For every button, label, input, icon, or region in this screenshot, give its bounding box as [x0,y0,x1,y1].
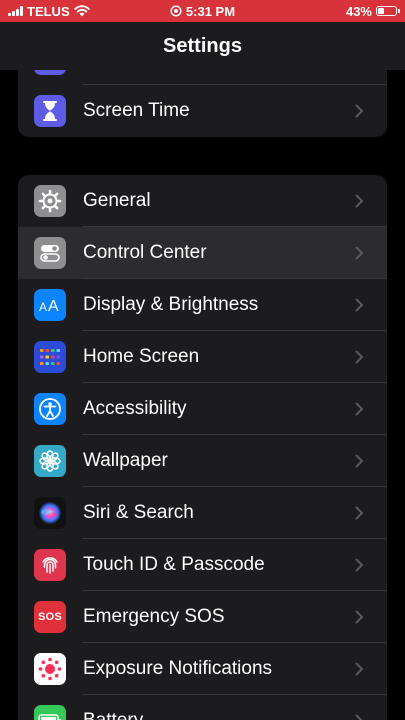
settings-row-display-brightness[interactable]: A A Display & Brightness [18,279,387,331]
row-label: Emergency SOS [83,606,225,627]
svg-text:A: A [48,298,59,314]
svg-text:A: A [39,300,47,314]
settings-row-touch-id-passcode[interactable]: Touch ID & Passcode [18,539,387,591]
battery-fill [378,8,384,14]
settings-row-wallpaper[interactable]: Wallpaper [18,435,387,487]
status-left: TELUS [8,4,90,19]
chevron-right-icon [347,402,371,416]
settings-row-battery[interactable]: Battery [18,695,387,720]
settings-group-main: General Control Center A A Display & Bri… [18,175,387,720]
settings-row-exposure-notifications[interactable]: Exposure Notifications [18,643,387,695]
exposure-icon [34,653,66,685]
text-size-icon: A A [34,289,66,321]
chevron-right-icon [347,350,371,364]
page-title: Settings [163,34,242,57]
row-label: Battery [83,710,347,720]
settings-row-general[interactable]: General [18,175,387,227]
location-icon [170,5,182,17]
fingerprint-icon [34,549,66,581]
row-label: Exposure Notifications [83,658,273,679]
toggles-icon [34,237,66,269]
status-bar: TELUS 5:31 PM 43% [0,0,405,22]
status-right: 43% [345,3,400,19]
row-label: Screen Time [83,100,190,121]
carrier-label: TELUS [27,3,70,19]
battery-percent: 43% [345,3,372,19]
chevron-right-icon [347,298,371,312]
row-label: Home Screen [83,346,200,367]
chevron-right-icon [347,246,371,260]
chevron-right-icon [347,610,371,624]
chevron-right-icon [347,194,371,208]
chevron-right-icon [347,714,371,720]
settings-row-accessibility[interactable]: Accessibility [18,383,387,435]
chevron-right-icon [347,506,371,520]
row-label: Touch ID & Passcode [83,554,265,575]
sos-icon: SOS [34,601,66,633]
hourglass-icon [34,95,66,127]
battery-indicator-icon [376,6,400,16]
flower-icon [34,445,66,477]
settings-screen: TELUS 5:31 PM 43% Settings Screen Time G… [0,0,405,720]
row-label: Siri & Search [83,502,194,523]
chevron-right-icon [347,104,371,118]
row-label: Accessibility [83,398,187,419]
cellular-signal-icon [8,6,23,16]
settings-row-emergency-sos[interactable]: SOS Emergency SOS [18,591,387,643]
settings-row-siri-search[interactable]: Siri & Search [18,487,387,539]
wifi-icon [73,5,90,17]
settings-row-screen-time[interactable]: Screen Time [18,85,387,137]
battery-icon [34,705,66,720]
chevron-right-icon [347,454,371,468]
row-label: Control Center [83,242,207,263]
sos-icon-text: SOS [38,611,62,623]
chevron-right-icon [347,662,371,676]
settings-row-control-center[interactable]: Control Center [18,227,387,279]
row-label: General [83,190,151,211]
accessibility-icon [34,393,66,425]
settings-row-home-screen[interactable]: Home Screen [18,331,387,383]
siri-icon [34,497,66,529]
chevron-right-icon [347,558,371,572]
app-grid-icon [34,341,66,373]
nav-header: Settings [0,22,405,70]
row-label: Display & Brightness [83,294,259,315]
status-time: 5:31 PM [185,3,236,19]
row-label: Wallpaper [83,450,168,471]
gear-icon [34,185,66,217]
